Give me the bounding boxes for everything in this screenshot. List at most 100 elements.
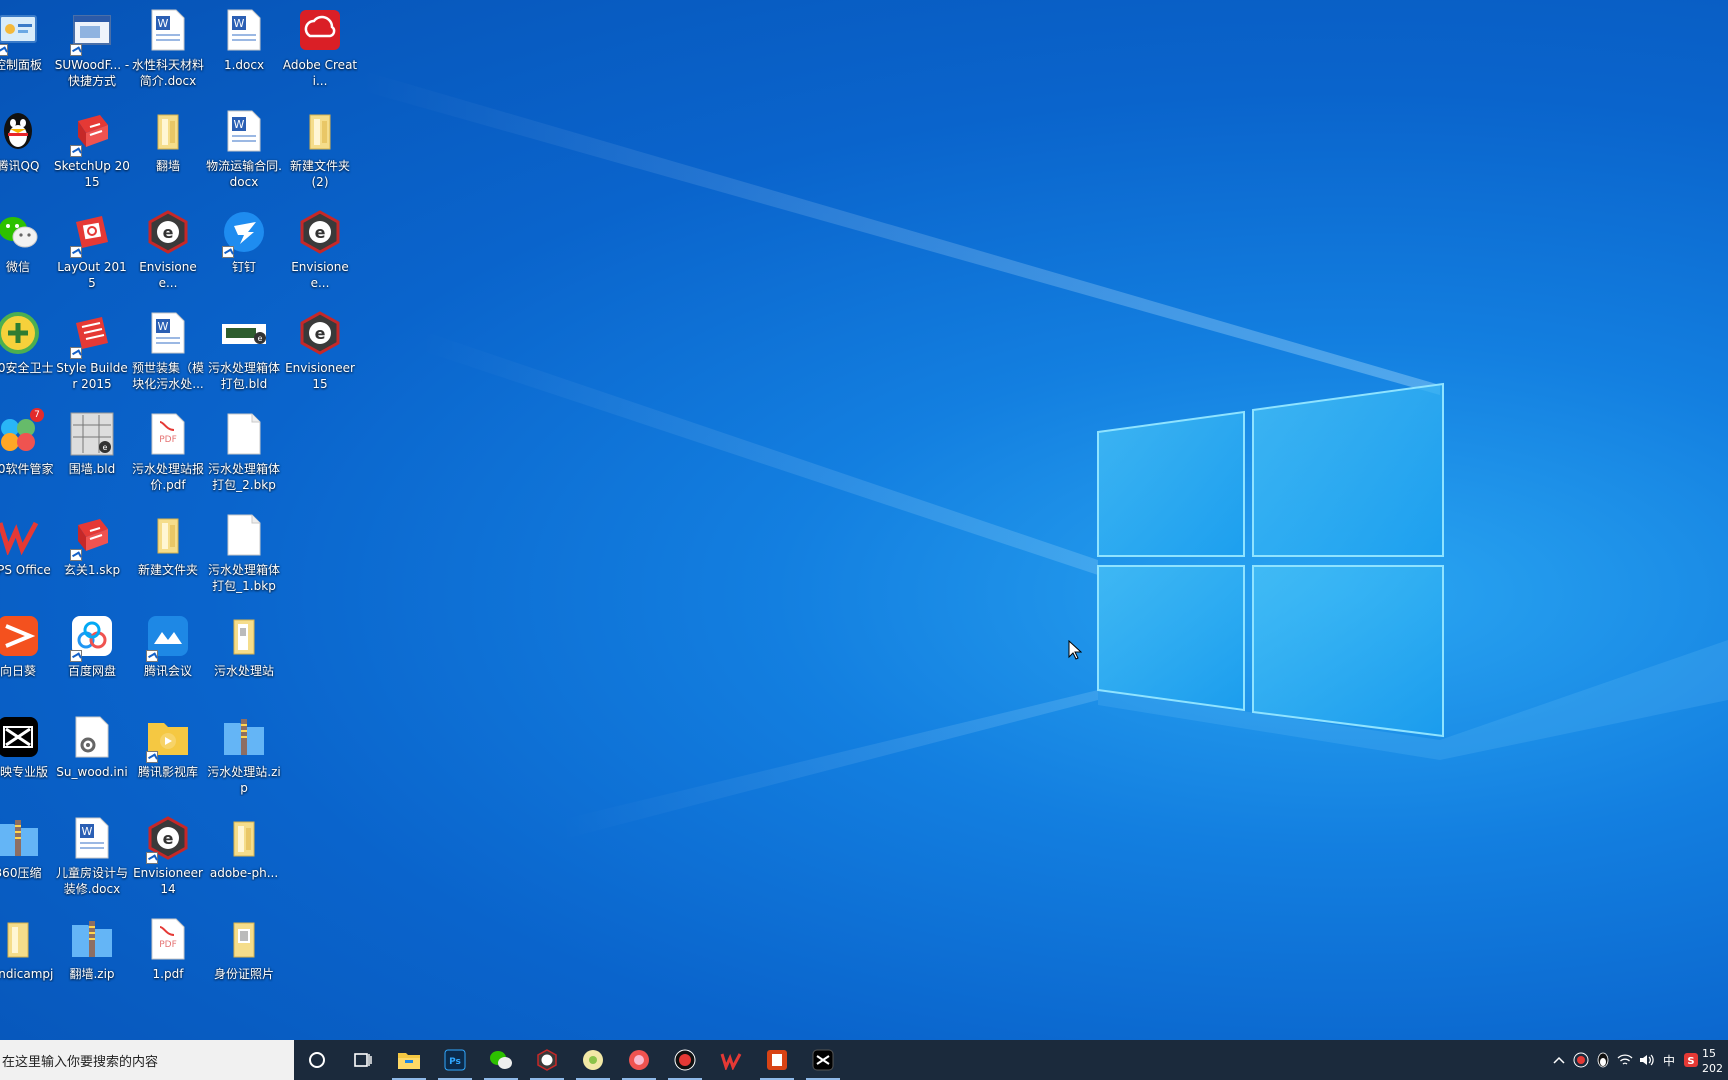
- desktop-icon-xuanguan-skp[interactable]: 玄关1.skp: [54, 505, 130, 601]
- icon-label: 钉钉: [231, 260, 256, 274]
- windows-logo: [1097, 382, 1444, 738]
- desktop-icon-envisioneer-b[interactable]: e Envisionee...: [282, 202, 358, 298]
- desktop-icon-dingtalk[interactable]: 钉钉: [206, 202, 282, 298]
- desktop-icon-sewage-folder[interactable]: 污水处理站: [206, 606, 282, 702]
- desktop-icon-sketchup-2015[interactable]: SketchUp 2015: [54, 101, 130, 197]
- desktop-icon-logistics-contract[interactable]: W 物流运输合同.docx: [206, 101, 282, 197]
- desktop-icon-adobe-creative-cloud[interactable]: Adobe Creati...: [282, 0, 358, 96]
- icon-label: Adobe Creati...: [282, 58, 358, 88]
- desktop-icon-360-software[interactable]: 7 360软件管家: [0, 404, 56, 500]
- taskbar-search-box[interactable]: 在这里输入你要搜索的内容: [0, 1040, 294, 1080]
- desktop-icon-control-panel[interactable]: 控制面板: [0, 0, 56, 96]
- cortana-button[interactable]: [294, 1040, 340, 1080]
- sketchup-icon: [68, 107, 116, 157]
- icon-label: Envisionee...: [139, 260, 197, 290]
- desktop-icon-360-zip[interactable]: 360压缩: [0, 808, 56, 904]
- tray-network-wifi-icon[interactable]: [1614, 1040, 1636, 1080]
- icon-label: 1.pdf: [152, 967, 184, 981]
- desktop-icon-qq[interactable]: 腾讯QQ: [0, 101, 56, 197]
- desktop-icon-su-wood-ini[interactable]: Su_wood.ini: [54, 707, 130, 803]
- baidu-netdisk-icon: [68, 612, 116, 662]
- cortana-circle-icon: [309, 1052, 325, 1068]
- desktop-icon-capcut-pro[interactable]: 剪映专业版: [0, 707, 56, 803]
- taskbar-photoshop[interactable]: Ps: [432, 1040, 478, 1080]
- desktop-icon-tencent-meeting[interactable]: 腾讯会议: [130, 606, 206, 702]
- desktop-icon-sunlogin[interactable]: 向日葵: [0, 606, 56, 702]
- desktop-icon-docx-material[interactable]: W 水性科天材料简介.docx: [130, 0, 206, 96]
- desktop-icon-id-photos[interactable]: 身份证照片: [206, 909, 282, 1005]
- tray-volume-icon[interactable]: [1636, 1040, 1658, 1080]
- system-tray: 中 S 15 202: [1548, 1040, 1728, 1080]
- icon-label: 腾讯影视库: [137, 765, 198, 779]
- svg-text:W: W: [82, 825, 93, 838]
- desktop-icon-1-pdf[interactable]: PDF 1.pdf: [130, 909, 206, 1005]
- desktop-icon-bkp-2[interactable]: 污水处理箱体打包_2.bkp: [206, 404, 282, 500]
- desktop-icon-fanqiang-folder[interactable]: 翻墙: [130, 101, 206, 197]
- desktop-icon-yushi-docx[interactable]: W 预世装集（模块化污水处...: [130, 303, 206, 399]
- desktop-icon-bld-box[interactable]: e 污水处理箱体打包.bld: [206, 303, 282, 399]
- desktop-icon-suwood-shortcut[interactable]: SUWoodF... - 快捷方式: [54, 0, 130, 96]
- app-tile-icon: [767, 1050, 787, 1070]
- tray-overflow-chevron-up-icon[interactable]: [1548, 1040, 1570, 1080]
- desktop-icon-bandicampj[interactable]: Bandicampj: [0, 909, 56, 1005]
- icon-label: 1.docx: [223, 58, 265, 72]
- icon-label: 向日葵: [0, 664, 36, 678]
- icon-label: SUWoodF... - 快捷方式: [54, 58, 130, 88]
- desktop-icon-envisioneer-15[interactable]: e Envisioneer 15: [282, 303, 358, 399]
- zip-archive-icon: [0, 814, 42, 862]
- taskbar-wps[interactable]: [708, 1040, 754, 1080]
- desktop-icon-new-folder-2[interactable]: 新建文件夹 (2): [282, 101, 358, 197]
- pdf-file-icon: PDF: [144, 410, 192, 458]
- taskbar-app-tile[interactable]: [754, 1040, 800, 1080]
- svg-text:e: e: [315, 324, 326, 343]
- taskbar-clock[interactable]: 15 202: [1702, 1044, 1728, 1076]
- tray-record-icon[interactable]: [1570, 1040, 1592, 1080]
- desktop-icon-adobe-ph-folder[interactable]: adobe-ph...: [206, 808, 282, 904]
- adobe-creative-cloud-icon: [296, 6, 344, 54]
- taskbar-wechat[interactable]: [478, 1040, 524, 1080]
- desktop-icon-envisioneer-a[interactable]: e Envisionee...: [130, 202, 206, 298]
- tray-qq-icon[interactable]: [1592, 1040, 1614, 1080]
- desktop-icon-weiqiang-bld[interactable]: e 围墙.bld: [54, 404, 130, 500]
- desktop-icon-sewage-zip[interactable]: 污水处理站.zip: [206, 707, 282, 803]
- capcut-icon: [0, 713, 42, 761]
- tray-sogou-input-icon[interactable]: S: [1680, 1040, 1702, 1080]
- desktop-icon-new-folder[interactable]: 新建文件夹: [130, 505, 206, 601]
- icon-label: 污水处理站报价.pdf: [131, 462, 204, 492]
- taskbar-recorder[interactable]: [662, 1040, 708, 1080]
- svg-text:e: e: [163, 829, 174, 848]
- svg-text:e: e: [315, 223, 326, 242]
- icon-label: 新建文件夹 (2): [289, 159, 350, 189]
- taskbar: 在这里输入你要搜索的内容 Ps 中 S 15 202: [0, 1040, 1728, 1080]
- qq-penguin-icon: [0, 107, 42, 155]
- desktop-icon-baidu-netdisk[interactable]: 百度网盘: [54, 606, 130, 702]
- taskbar-envisioneer[interactable]: [524, 1040, 570, 1080]
- desktop-icon-style-builder[interactable]: Style Builder 2015: [54, 303, 130, 399]
- word-document-icon: W: [144, 6, 192, 54]
- tray-ime-indicator[interactable]: 中: [1658, 1040, 1680, 1080]
- desktop-icon-kids-room-docx[interactable]: W 儿童房设计与装修.docx: [54, 808, 130, 904]
- envisioneer-icon: [537, 1049, 557, 1071]
- desktop-icon-envisioneer-14[interactable]: e Envisioneer 14: [130, 808, 206, 904]
- taskbar-capcut[interactable]: [800, 1040, 846, 1080]
- folder-icon: [144, 511, 192, 559]
- desktop-icon-wps-office[interactable]: WPS Office: [0, 505, 56, 601]
- task-view-button[interactable]: [340, 1040, 386, 1080]
- desktop-icon-bkp-1[interactable]: 污水处理箱体打包_1.bkp: [206, 505, 282, 601]
- photoshop-icon: Ps: [444, 1049, 466, 1071]
- desktop-icon-360-security[interactable]: 360安全卫士: [0, 303, 56, 399]
- icon-label: 新建文件夹: [137, 563, 198, 577]
- icon-label: Envisioneer 14: [133, 866, 203, 896]
- desktop-icon-tencent-video-lib[interactable]: 腾讯影视库: [130, 707, 206, 803]
- icon-label: 翻墙: [155, 159, 180, 173]
- taskbar-sunflower[interactable]: [570, 1040, 616, 1080]
- taskbar-file-explorer[interactable]: [386, 1040, 432, 1080]
- taskbar-app-red[interactable]: [616, 1040, 662, 1080]
- desktop-icon-wechat[interactable]: 微信: [0, 202, 56, 298]
- desktop-icon-1-docx[interactable]: W 1.docx: [206, 0, 282, 96]
- desktop-icon-layout-2015[interactable]: LayOut 2015: [54, 202, 130, 298]
- desktop-icon-fanqiang-zip[interactable]: 翻墙.zip: [54, 909, 130, 1005]
- icon-label: 儿童房设计与装修.docx: [55, 866, 128, 896]
- icon-label: 污水处理箱体打包.bld: [207, 361, 280, 391]
- desktop-icon-quote-pdf[interactable]: PDF 污水处理站报价.pdf: [130, 404, 206, 500]
